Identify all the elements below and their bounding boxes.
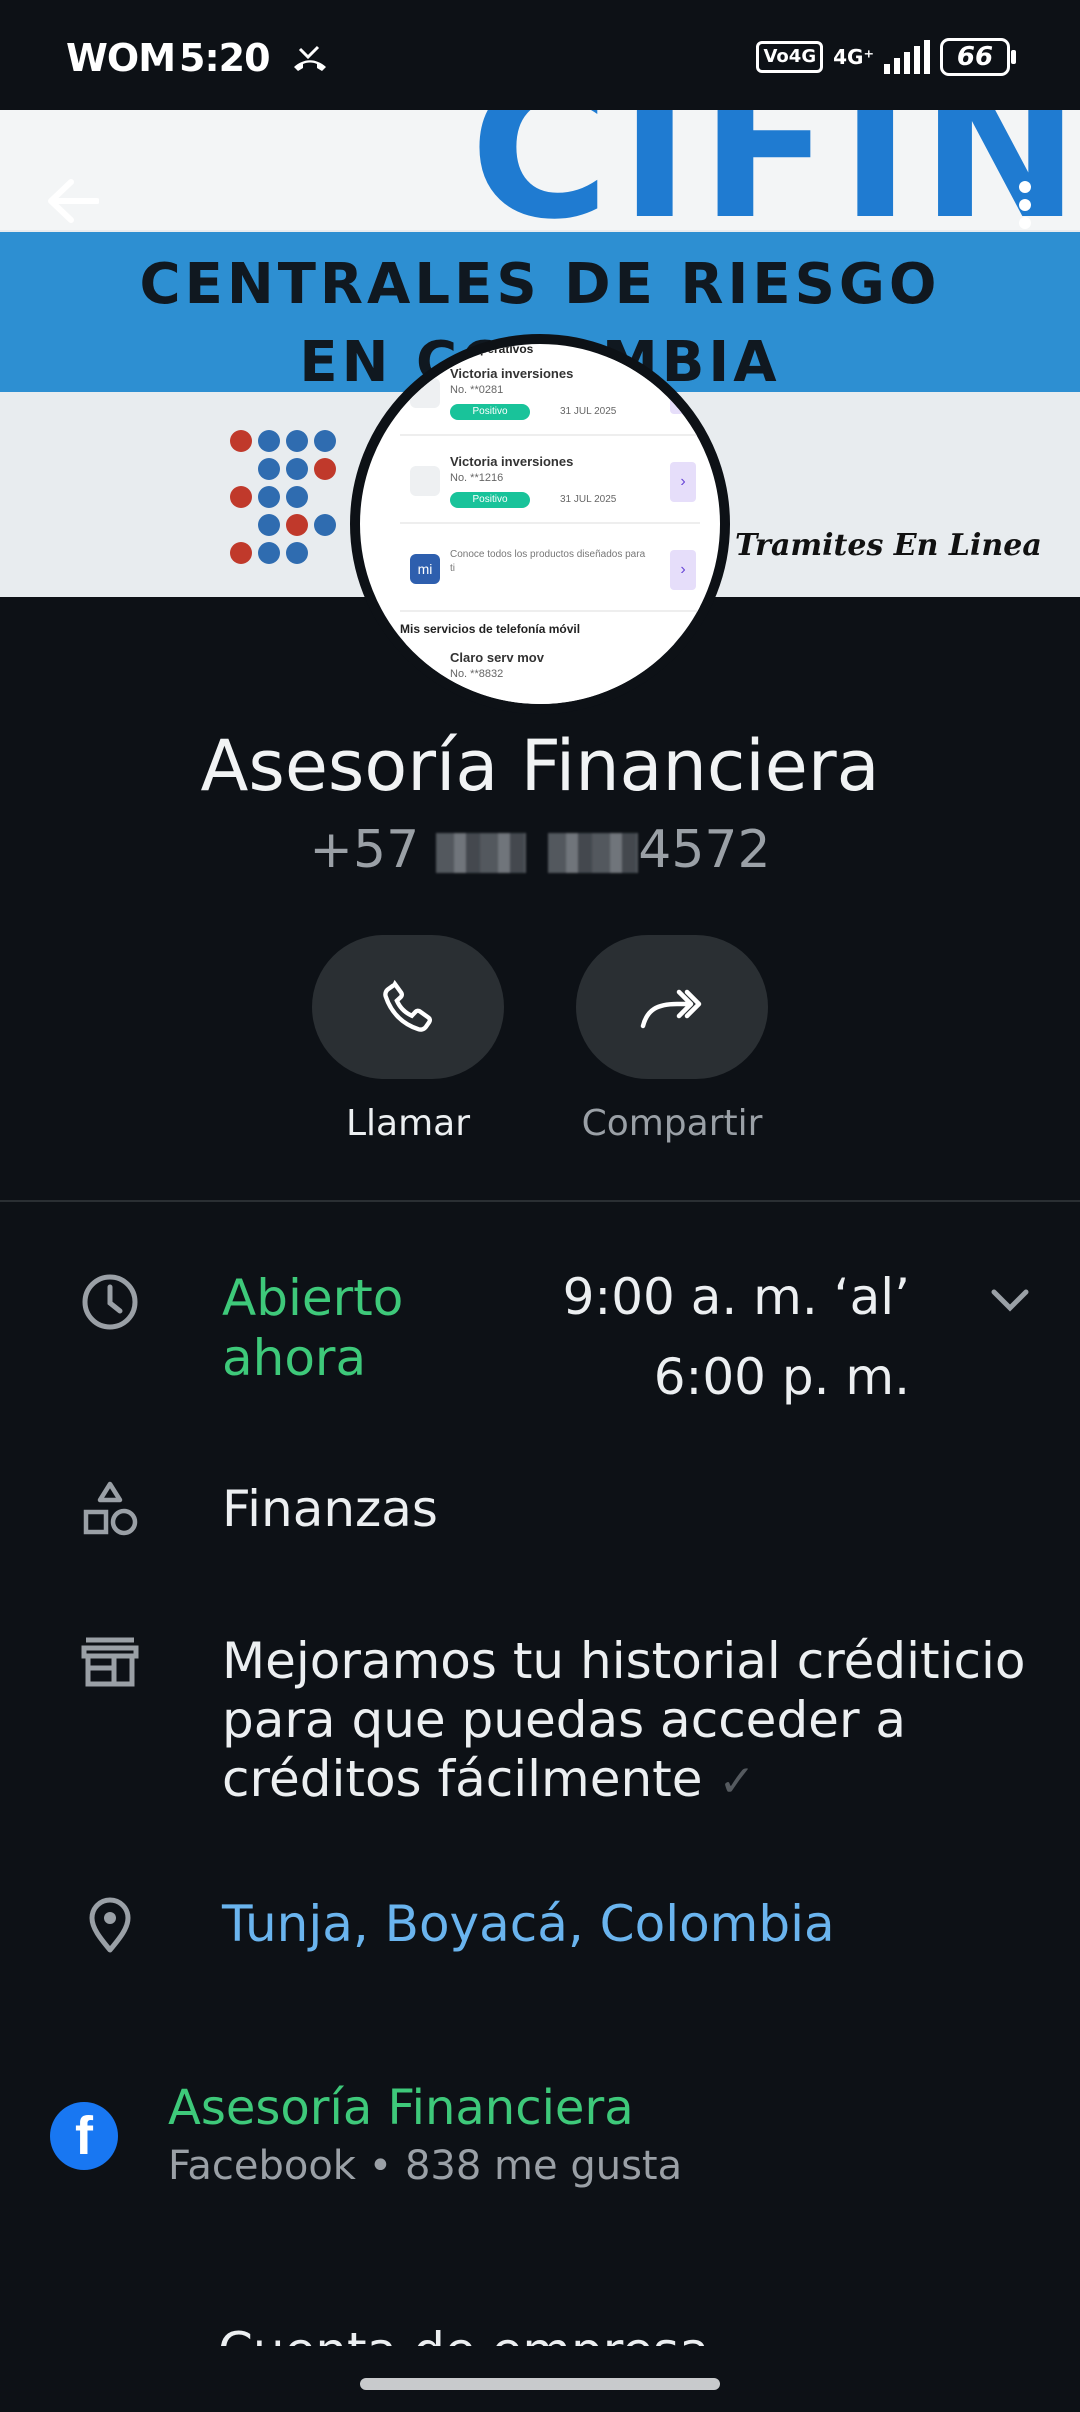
business-location-link[interactable]: Tunja, Boyacá, Colombia bbox=[222, 1895, 835, 1953]
avatar-card-status: Positivo bbox=[450, 404, 530, 420]
home-gesture-handle[interactable] bbox=[360, 2378, 720, 2390]
category-shapes-icon bbox=[78, 1478, 142, 1542]
signal-icon bbox=[884, 40, 930, 74]
hours-line2[interactable]: 6:00 p. m. bbox=[654, 1348, 910, 1406]
avatar-content: ...perativos Victoria inversiones No. **… bbox=[400, 342, 700, 704]
phone-icon bbox=[383, 979, 433, 1032]
product-icon bbox=[410, 466, 440, 496]
avatar-card-number: No. **0281 bbox=[450, 384, 504, 396]
avatar-card-date: 31 JUL 2025 bbox=[560, 406, 617, 417]
share-label: Compartir bbox=[581, 1103, 763, 1144]
forward-share-icon bbox=[640, 989, 702, 1029]
avatar-card: Victoria inversiones No. **1216 Positivo… bbox=[400, 446, 700, 524]
facebook-icon: f bbox=[50, 2102, 118, 2170]
contact-phone: +57 4572 bbox=[0, 820, 1080, 880]
volte-icon: Vo4G bbox=[756, 41, 824, 73]
status-left: WOM 5:20 bbox=[66, 36, 330, 80]
open-status[interactable]: Abierto ahora bbox=[222, 1268, 452, 1388]
battery-level: 66 bbox=[956, 42, 994, 72]
avatar-card-number: No. **8832 bbox=[450, 668, 504, 680]
avatar-card-number: No. **1216 bbox=[450, 472, 504, 484]
avatar-card-date: 31 JUL 2025 bbox=[560, 494, 617, 505]
redacted-block bbox=[548, 833, 639, 873]
avatar-card: Claro serv mov No. **8832 bbox=[400, 644, 700, 704]
check-mark: ✓ bbox=[718, 1756, 756, 1807]
chevron-down-icon bbox=[991, 1289, 1029, 1312]
avatar-promo: mi Conoce todos los productos diseñados … bbox=[400, 534, 700, 612]
more-vert-icon bbox=[1019, 181, 1031, 229]
clock: 5:20 bbox=[179, 36, 271, 80]
contact-name: Asesoría Financiera bbox=[200, 725, 880, 807]
clock-icon bbox=[78, 1270, 142, 1334]
avatar-section-top: ...perativos bbox=[470, 342, 534, 356]
avatar-section-mobile: Mis servicios de telefonía móvil bbox=[400, 622, 581, 636]
chevron-right-icon: › bbox=[670, 462, 696, 502]
description-text: Mejoramos tu historial créditicio para q… bbox=[222, 1632, 1026, 1808]
call-button[interactable] bbox=[312, 935, 504, 1079]
avatar-promo-text: Conoce todos los productos diseñados par… bbox=[450, 549, 646, 574]
chevron-right-icon: › bbox=[670, 374, 696, 414]
more-options-button[interactable] bbox=[990, 165, 1060, 245]
banner-side-logo-text: Tramites En Linea bbox=[735, 528, 1042, 563]
missed-call-icon bbox=[293, 45, 326, 71]
business-category: Finanzas bbox=[222, 1480, 438, 1538]
profile-avatar[interactable]: ...perativos Victoria inversiones No. **… bbox=[350, 334, 730, 714]
call-action[interactable]: Llamar bbox=[312, 935, 504, 1144]
share-action[interactable]: Compartir bbox=[576, 935, 768, 1144]
facebook-page-name[interactable]: Asesoría Financiera bbox=[168, 2080, 634, 2136]
storefront-icon bbox=[78, 1630, 142, 1694]
facebook-page-meta: Facebook • 838 me gusta bbox=[168, 2143, 683, 2189]
hours-line1[interactable]: 9:00 a. m. ‘al’ bbox=[563, 1268, 910, 1326]
arrow-back-icon bbox=[48, 179, 99, 223]
avatar-card: Victoria inversiones No. **0281 Positivo… bbox=[400, 358, 700, 436]
redacted-block bbox=[435, 833, 526, 873]
carrier-label: WOM bbox=[66, 36, 176, 80]
location-pin-icon bbox=[78, 1892, 142, 1956]
mi-icon: mi bbox=[410, 554, 440, 584]
network-type: 4G⁺ bbox=[833, 45, 874, 69]
avatar-card-title: Victoria inversiones bbox=[450, 366, 574, 381]
back-button[interactable] bbox=[42, 170, 104, 232]
share-button[interactable] bbox=[576, 935, 768, 1079]
status-bar: WOM 5:20 Vo4G 4G⁺ 66 bbox=[0, 0, 1080, 110]
phone-prefix: +57 bbox=[309, 820, 420, 880]
business-description: Mejoramos tu historial créditicio para q… bbox=[222, 1632, 1042, 1811]
status-right: Vo4G 4G⁺ 66 bbox=[756, 38, 1016, 76]
avatar-card-title: Victoria inversiones bbox=[450, 454, 574, 469]
avatar-card-status: Positivo bbox=[450, 492, 530, 508]
expand-hours-button[interactable] bbox=[980, 1278, 1040, 1322]
banner-title-line1: CENTRALES DE RIESGO bbox=[139, 252, 941, 317]
phone-suffix: 4572 bbox=[638, 820, 771, 880]
product-icon bbox=[410, 378, 440, 408]
divider bbox=[0, 1200, 1080, 1202]
chevron-right-icon: › bbox=[670, 550, 696, 590]
avatar-card-title: Claro serv mov bbox=[450, 650, 544, 665]
call-label: Llamar bbox=[345, 1103, 471, 1144]
battery-icon: 66 bbox=[940, 38, 1016, 76]
